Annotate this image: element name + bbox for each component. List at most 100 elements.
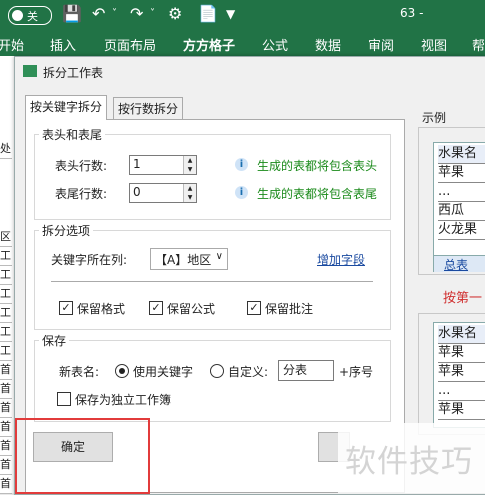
undo-icon[interactable]: ↶ bbox=[92, 5, 105, 23]
sheet-cell: 工 bbox=[0, 266, 12, 285]
up-arrow-icon[interactable]: ▲ bbox=[184, 184, 196, 193]
header-hint: 生成的表都将包含表头 bbox=[257, 159, 378, 173]
ribbon-tab-insert[interactable]: 插入 bbox=[50, 35, 76, 54]
custom-name-input[interactable]: 分表 bbox=[278, 360, 334, 381]
group-title: 拆分选项 bbox=[39, 222, 94, 239]
ribbon-tab-help[interactable]: 帮 bbox=[472, 35, 485, 54]
example-cell: 水果名 bbox=[438, 325, 485, 344]
ribbon-tab-view[interactable]: 视图 bbox=[421, 35, 447, 54]
custom-name-radio[interactable] bbox=[210, 364, 224, 378]
keep-format-label: 保留格式 bbox=[77, 302, 126, 316]
split-options-group: 拆分选项 关键字所在列: 【A】地区 ∨ 增加字段 ✓ 保留格式 ✓ 保留公式 … bbox=[34, 222, 391, 330]
keyword-column-select[interactable]: 【A】地区 ∨ bbox=[150, 248, 228, 270]
divider bbox=[51, 281, 373, 282]
watermark-text: 软件技巧 bbox=[345, 444, 473, 480]
stepper-arrows[interactable]: ▲ ▼ bbox=[183, 156, 196, 174]
ribbon-tab-formulas[interactable]: 公式 bbox=[262, 35, 288, 54]
ribbon-tab-page-layout[interactable]: 页面布局 bbox=[104, 35, 156, 54]
save-as-workbook-checkbox[interactable] bbox=[57, 392, 71, 406]
sheet-tab-label: 总表 bbox=[444, 258, 469, 272]
document-title: 63 - bbox=[400, 6, 424, 20]
new-file-icon[interactable]: 📄 bbox=[198, 5, 218, 23]
ribbon-tabs: 开始 插入 页面布局 方方格子 公式 数据 审阅 视图 帮 bbox=[0, 30, 485, 56]
example-title: 示例 bbox=[422, 111, 447, 125]
group-title: 保存 bbox=[39, 332, 70, 349]
save-as-workbook-label: 保存为独立工作簿 bbox=[75, 393, 172, 407]
autosave-state-label: 关 bbox=[27, 10, 38, 23]
keep-comment-checkbox[interactable]: ✓ bbox=[247, 301, 261, 315]
sequence-suffix-label: +序号 bbox=[339, 365, 374, 379]
sheet-tab-bar: 总表 bbox=[434, 255, 485, 272]
header-rows-stepper[interactable]: 1 ▲ ▼ bbox=[129, 155, 197, 175]
example-cell: 水果名 bbox=[438, 145, 485, 164]
excel-title-bar: 关 💾 ↶ ˅ ↷ ˅ ⚙ 📄 ▼ 63 - bbox=[0, 0, 485, 30]
keep-formula-label: 保留公式 bbox=[167, 302, 216, 316]
redo-icon[interactable]: ↷ bbox=[130, 5, 143, 23]
sheet-cell: 首 bbox=[0, 418, 12, 437]
example-table-after: 水果名 苹果 苹果 ... 苹果 bbox=[433, 322, 485, 428]
highlight-box bbox=[15, 418, 150, 494]
sheet-cell: 首 bbox=[0, 361, 12, 380]
example-frame-2: 水果名 苹果 苹果 ... 苹果 bbox=[418, 313, 485, 435]
custom-name-label: 自定义: bbox=[228, 365, 269, 379]
sheet-cell: 首 bbox=[0, 437, 12, 456]
example-cell: 苹果 bbox=[438, 401, 485, 420]
info-icon: i bbox=[235, 186, 248, 199]
example-caption: 按第一 bbox=[443, 291, 483, 306]
worksheet-strip: 处 区 工 工 工 工 工 工 首 首 首 首 首 首 首 bbox=[0, 56, 15, 494]
example-table-before: 水果名 苹果 ... 西瓜 火龙果 总表 bbox=[433, 142, 485, 272]
footer-rows-label: 表尾行数: bbox=[55, 187, 108, 201]
keep-formula-checkbox[interactable]: ✓ bbox=[149, 301, 163, 315]
example-cell: 苹果 bbox=[438, 363, 485, 382]
footer-hint: 生成的表都将包含表尾 bbox=[257, 187, 378, 201]
autosave-toggle[interactable]: 关 bbox=[8, 6, 52, 25]
sheet-cell: 首 bbox=[0, 475, 12, 494]
format-painter-icon[interactable]: ⚙ bbox=[168, 5, 182, 23]
add-field-link[interactable]: 增加字段 bbox=[317, 251, 365, 268]
example-frame-1: 水果名 苹果 ... 西瓜 火龙果 总表 bbox=[418, 127, 485, 275]
up-arrow-icon[interactable]: ▲ bbox=[184, 156, 196, 165]
ribbon-tab-data[interactable]: 数据 bbox=[315, 35, 341, 54]
keep-comment-label: 保留批注 bbox=[265, 302, 314, 316]
info-icon: i bbox=[235, 158, 248, 171]
sheet-cell: 处 bbox=[0, 140, 12, 159]
footer-rows-stepper[interactable]: 0 ▲ ▼ bbox=[129, 183, 197, 203]
sheet-cell: 工 bbox=[0, 342, 12, 361]
customize-toolbar-icon[interactable]: ▼ bbox=[226, 5, 235, 23]
down-arrow-icon[interactable]: ▼ bbox=[184, 193, 196, 202]
dialog-app-icon bbox=[23, 65, 37, 77]
sheet-cell: 工 bbox=[0, 285, 12, 304]
keep-format-checkbox[interactable]: ✓ bbox=[59, 301, 73, 315]
down-arrow-icon[interactable]: ▼ bbox=[184, 165, 196, 174]
keyword-column-value: 【A】地区 bbox=[155, 253, 212, 267]
footer-rows-value: 0 bbox=[133, 185, 141, 199]
chevron-down-icon: ∨ bbox=[215, 251, 223, 262]
header-footer-group: 表头和表尾 表头行数: 1 ▲ ▼ i 生成的表都将包含表头 表尾行数: 0 ▲ ▼… bbox=[34, 126, 391, 220]
sheet-cell: 首 bbox=[0, 399, 12, 418]
save-icon[interactable]: 💾 bbox=[62, 5, 82, 23]
undo-dropdown-icon[interactable]: ˅ bbox=[112, 5, 117, 23]
header-rows-value: 1 bbox=[133, 157, 141, 171]
group-title: 表头和表尾 bbox=[39, 126, 106, 143]
tab-split-by-keyword[interactable]: 按关键字拆分 bbox=[25, 95, 108, 120]
tab-split-by-rows[interactable]: 按行数拆分 bbox=[113, 97, 184, 120]
example-cell: 苹果 bbox=[438, 344, 485, 363]
stepper-arrows[interactable]: ▲ ▼ bbox=[183, 184, 196, 202]
sheet-cell: 工 bbox=[0, 323, 12, 342]
ribbon-tab-review[interactable]: 审阅 bbox=[368, 35, 394, 54]
sheet-cell: 工 bbox=[0, 304, 12, 323]
dialog-title: 拆分工作表 bbox=[43, 66, 104, 80]
ribbon-tab-ffcell[interactable]: 方方格子 bbox=[183, 35, 235, 54]
new-name-label: 新表名: bbox=[59, 365, 100, 379]
example-cell: 苹果 bbox=[438, 164, 485, 183]
example-cell: ... bbox=[438, 183, 485, 202]
use-keyword-label: 使用关键字 bbox=[133, 365, 194, 379]
toggle-knob bbox=[12, 10, 23, 21]
use-keyword-radio[interactable] bbox=[115, 364, 129, 378]
redo-dropdown-icon[interactable]: ˅ bbox=[150, 5, 155, 23]
ribbon-tab-home[interactable]: 开始 bbox=[0, 35, 24, 54]
sheet-cell: 首 bbox=[0, 380, 12, 399]
example-cell: 西瓜 bbox=[438, 202, 485, 221]
save-group: 保存 新表名: 使用关键字 自定义: 分表 +序号 保存为独立工作簿 bbox=[34, 332, 391, 422]
example-cell: 火龙果 bbox=[438, 221, 485, 240]
